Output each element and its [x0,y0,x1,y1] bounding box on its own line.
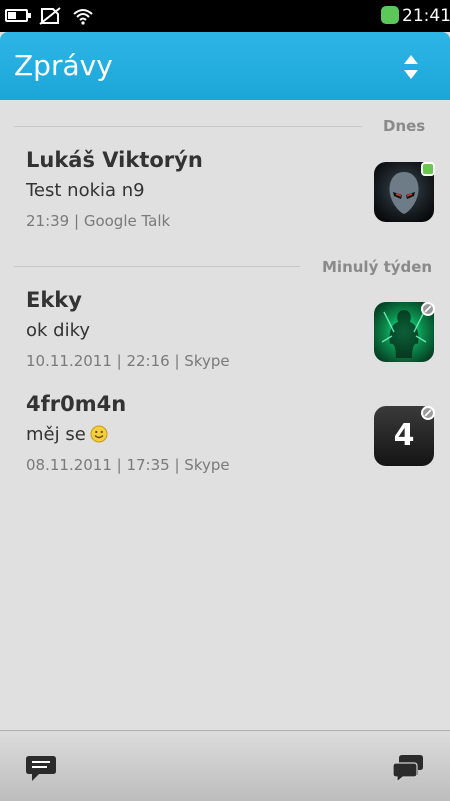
contact-name: Ekky [26,288,82,312]
status-bar: 21:41 [0,0,450,32]
conversation-item[interactable]: Ekky ok diky 10.11.2011 | 22:16 | Skype [0,280,450,380]
message-meta: 21:39 | Google Talk [26,212,171,230]
page-title: Zprávy [14,49,113,82]
conversations-icon[interactable] [392,753,424,783]
app-header[interactable]: Zprávy [0,32,450,100]
section-label-today: Dnes [383,117,426,135]
presence-online-icon [381,6,399,24]
message-preview: Test nokia n9 [26,180,145,201]
presence-online-icon [421,162,435,176]
presence-offline-icon [421,302,435,316]
message-preview: ok diky [26,320,91,341]
message-text: měj se [26,424,86,445]
message-meta: 08.11.2011 | 17:35 | Skype [26,456,230,474]
sort-arrows-icon[interactable] [403,54,419,80]
conversation-item[interactable]: 4fr0m4n měj se 08.11.2011 | 17:35 | Skyp… [0,384,450,484]
status-time: 21:41 [402,6,450,26]
section-divider [14,126,362,127]
presence-offline-icon [421,406,435,420]
new-message-icon[interactable] [25,753,57,783]
bottom-toolbar [0,730,450,801]
contact-name: Lukáš Viktorýn [26,148,203,172]
wifi-icon [72,0,94,32]
section-divider [14,266,300,267]
smiley-icon [90,425,108,443]
message-preview: měj se [26,424,108,445]
conversation-item[interactable]: Lukáš Viktorýn Test nokia n9 21:39 | Goo… [0,140,450,244]
section-label-last-week: Minulý týden [322,258,433,276]
message-meta: 10.11.2011 | 22:16 | Skype [26,352,230,370]
contact-name: 4fr0m4n [26,392,127,416]
no-sim-icon [38,0,62,32]
battery-icon [5,9,31,22]
